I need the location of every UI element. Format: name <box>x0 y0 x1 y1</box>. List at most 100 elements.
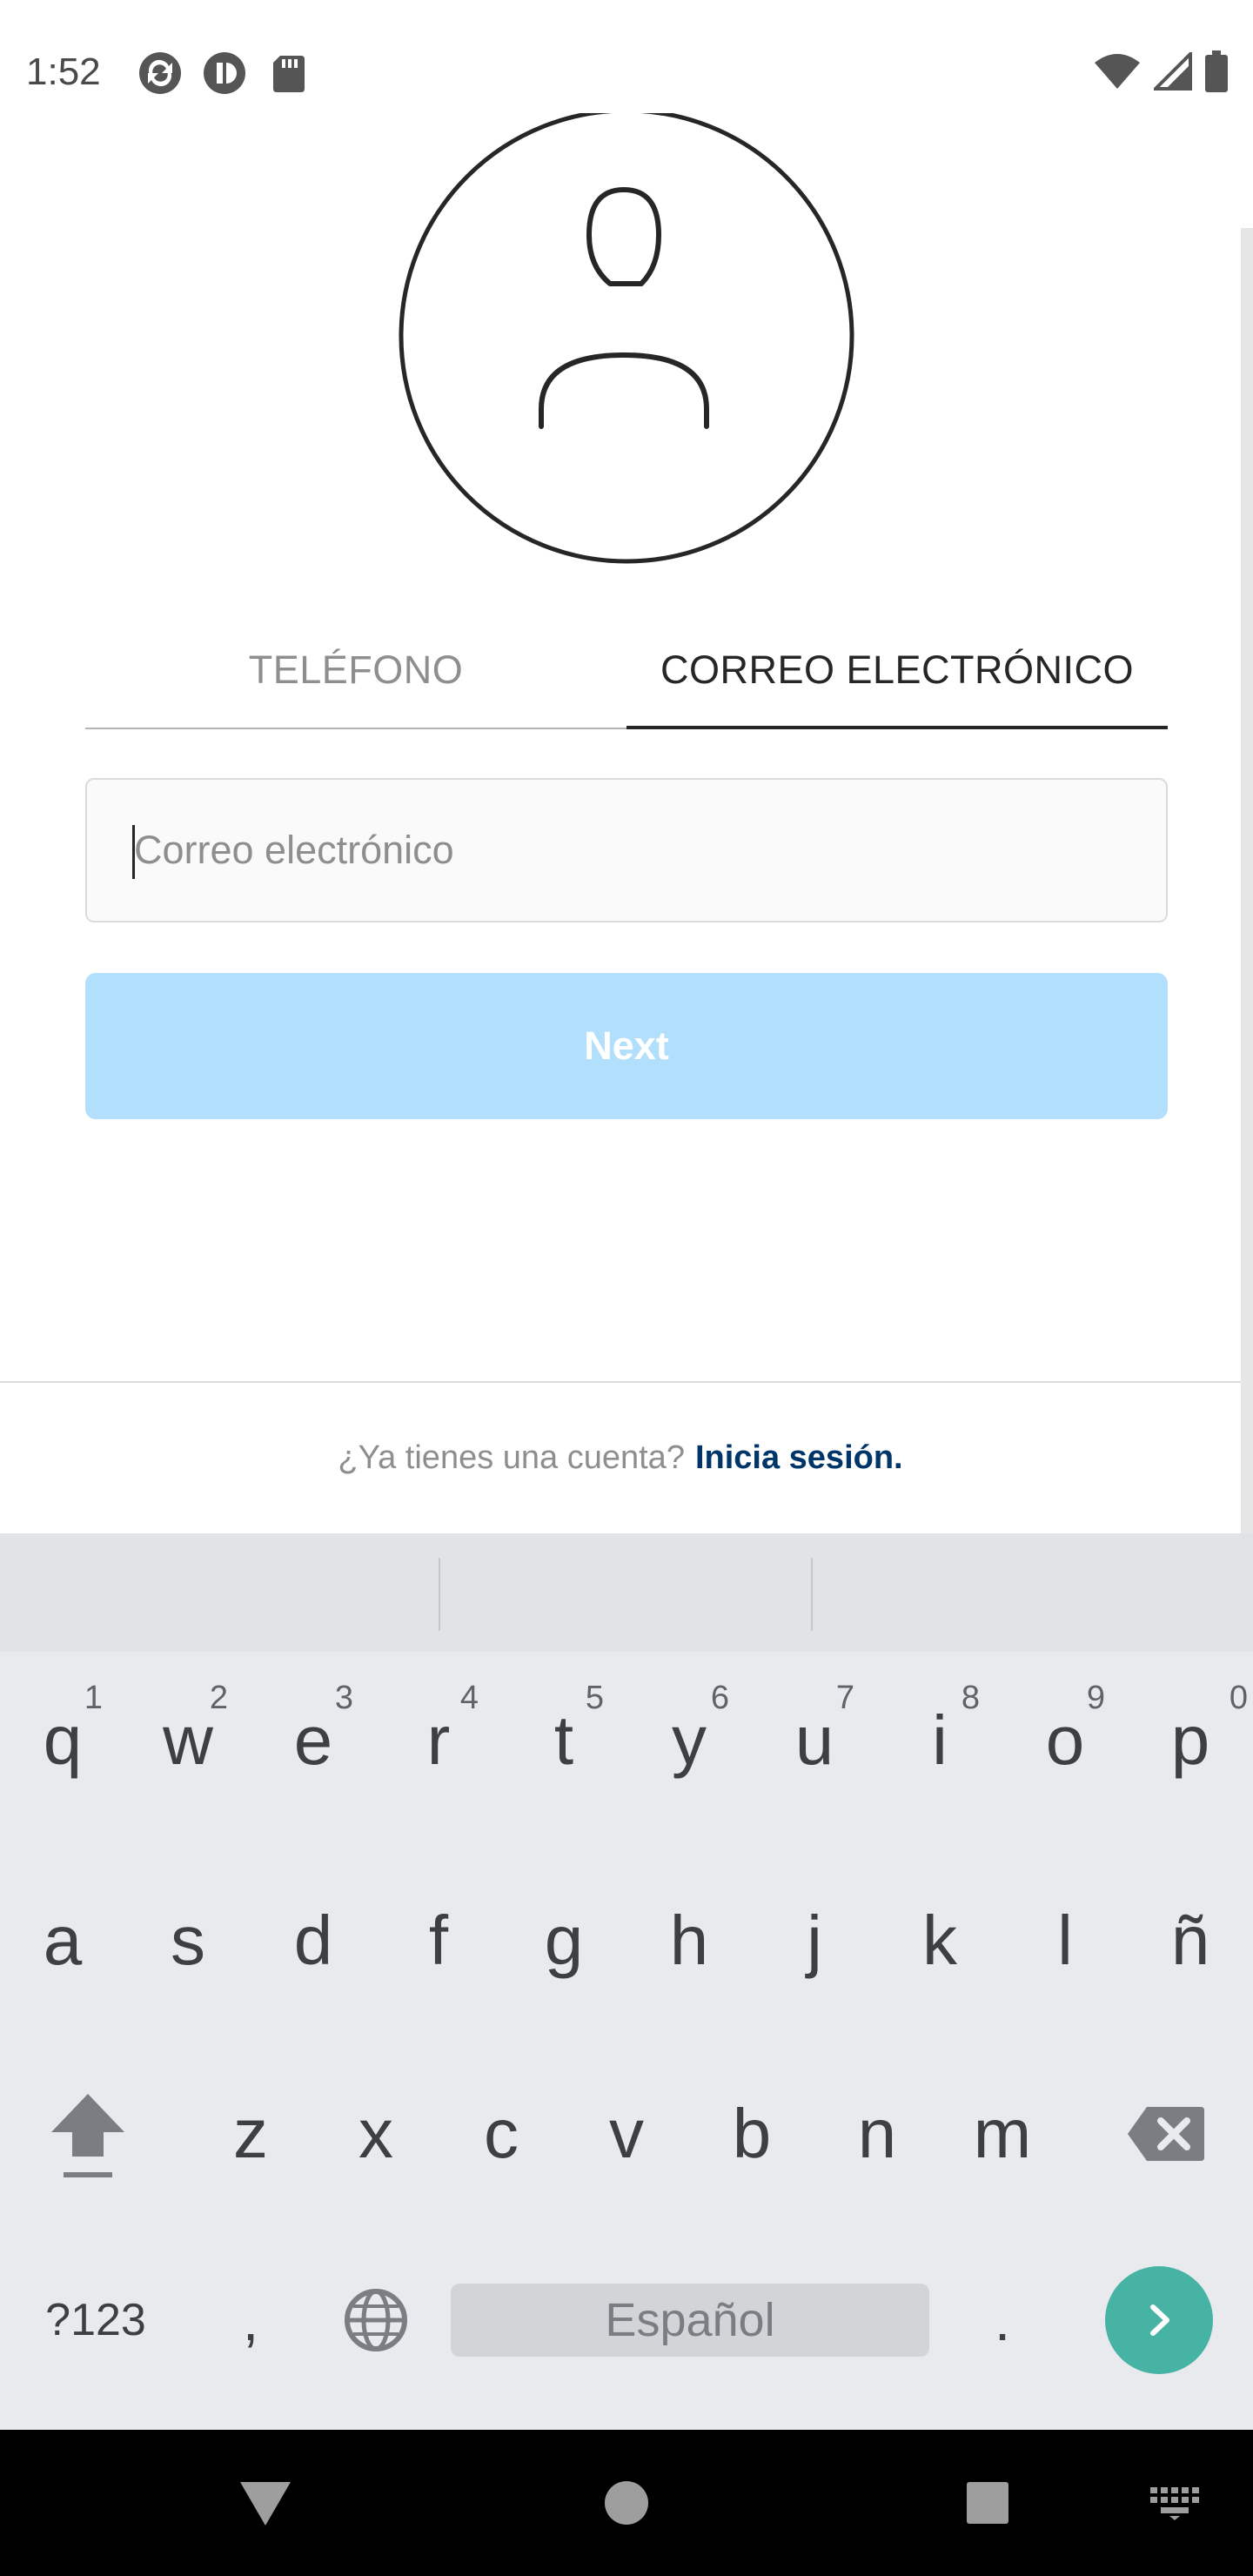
home-circle-icon <box>605 2481 648 2525</box>
key-k[interactable]: k <box>877 1880 1002 2002</box>
key-n[interactable]: n <box>814 2073 940 2195</box>
key-r[interactable]: r4 <box>376 1680 501 1801</box>
key-letter: x <box>358 2095 393 2172</box>
login-link[interactable]: Inicia sesión. <box>695 1439 903 1477</box>
key-p[interactable]: p0 <box>1128 1680 1253 1801</box>
login-footer: ¿Ya tienes una cuenta? Inicia sesión. <box>0 1384 1241 1532</box>
key-letter: r <box>426 1701 451 1779</box>
key-t[interactable]: t5 <box>501 1680 626 1801</box>
key-letter: f <box>428 1902 449 1979</box>
scrollbar[interactable] <box>1241 228 1253 1533</box>
login-prompt: ¿Ya tienes una cuenta? <box>338 1439 685 1476</box>
key-letter: q <box>43 1701 83 1779</box>
key-hint: 8 <box>961 1680 980 1716</box>
suggestion-strip <box>0 1533 1253 1652</box>
key-hint: 9 <box>1086 1680 1105 1716</box>
key-o[interactable]: o9 <box>1002 1680 1128 1801</box>
shift-key[interactable] <box>17 2064 158 2204</box>
tab-underline-phone <box>85 728 626 729</box>
key-x[interactable]: x <box>313 2073 439 2195</box>
key-hint: 3 <box>334 1680 353 1716</box>
key-m[interactable]: m <box>940 2073 1065 2195</box>
user-icon <box>399 113 854 564</box>
keyboard-icon <box>1150 2487 1199 2520</box>
language-key[interactable] <box>322 2266 430 2374</box>
key-w[interactable]: w2 <box>125 1680 251 1801</box>
key-letter: o <box>1045 1701 1085 1779</box>
key-h[interactable]: h <box>626 1880 752 2002</box>
key-letter: i <box>932 1701 948 1779</box>
next-button[interactable]: Next <box>85 973 1168 1119</box>
navigation-bar <box>0 2430 1253 2576</box>
key-letter: u <box>794 1701 834 1779</box>
key-z[interactable]: z <box>188 2073 313 2195</box>
key-hint: 2 <box>209 1680 228 1716</box>
key-letter: n <box>857 2095 897 2172</box>
pause-circle-icon <box>202 50 247 96</box>
notification-icons <box>137 50 312 96</box>
key-letter: v <box>609 2095 644 2172</box>
key-letter: d <box>293 1902 333 1979</box>
key-letter: l <box>1057 1902 1073 1979</box>
back-triangle-icon <box>240 2482 291 2526</box>
key-letter: p <box>1170 1701 1210 1779</box>
key-f[interactable]: f <box>376 1880 501 2002</box>
sync-icon <box>137 50 183 96</box>
key-i[interactable]: i8 <box>877 1680 1002 1801</box>
key-j[interactable]: j <box>752 1880 877 2002</box>
key-letter: z <box>233 2095 268 2172</box>
key-letter: j <box>807 1902 822 1979</box>
key-l[interactable]: l <box>1002 1880 1128 2002</box>
key-q[interactable]: q1 <box>0 1680 125 1801</box>
key-a[interactable]: a <box>0 1880 125 2002</box>
key-s[interactable]: s <box>125 1880 251 2002</box>
globe-icon <box>345 2289 407 2351</box>
key-u[interactable]: u7 <box>752 1680 877 1801</box>
key-letter: g <box>544 1902 584 1979</box>
back-button[interactable] <box>209 2430 322 2576</box>
key-c[interactable]: c <box>439 2073 564 2195</box>
recents-square-icon <box>967 2482 1008 2524</box>
battery-icon <box>1204 50 1229 97</box>
key-e[interactable]: e3 <box>251 1680 376 1801</box>
key-letter: b <box>732 2095 772 2172</box>
soft-keyboard: q1 w2 e3 r4 t5 y6 u7 i8 o9 p0 a s d f g … <box>0 1533 1253 2430</box>
key-hint: 6 <box>710 1680 729 1716</box>
key-letter: , <box>242 2288 259 2352</box>
key-d[interactable]: d <box>251 1880 376 2002</box>
space-bar[interactable]: Español <box>451 2284 929 2357</box>
tab-phone[interactable]: TELÉFONO <box>85 609 626 731</box>
period-key[interactable]: . <box>950 2266 1055 2374</box>
comma-key[interactable]: , <box>198 2266 303 2374</box>
profile-avatar <box>396 113 857 566</box>
wifi-icon <box>1093 52 1142 95</box>
key-letter: h <box>669 1902 709 1979</box>
footer-divider <box>0 1381 1241 1383</box>
key-letter: k <box>922 1902 957 1979</box>
key-hint: 5 <box>585 1680 604 1716</box>
backspace-key[interactable] <box>1098 2073 1234 2195</box>
key-letter: ñ <box>1170 1902 1210 1979</box>
enter-key[interactable] <box>1105 2266 1213 2374</box>
key-g[interactable]: g <box>501 1880 626 2002</box>
sd-card-icon <box>266 50 312 96</box>
home-button[interactable] <box>570 2430 683 2576</box>
backspace-icon <box>1128 2107 1204 2161</box>
email-input[interactable] <box>87 780 1166 921</box>
chevron-right-icon <box>1150 2304 1169 2336</box>
key-y[interactable]: y6 <box>626 1680 752 1801</box>
tab-underline-email-active <box>626 726 1168 729</box>
signal-icon <box>1151 50 1192 95</box>
tab-email[interactable]: CORREO ELECTRÓNICO <box>626 609 1168 731</box>
recents-button[interactable] <box>931 2430 1044 2576</box>
email-field[interactable] <box>85 778 1168 922</box>
key-letter: m <box>973 2095 1032 2172</box>
key-b[interactable]: b <box>689 2073 814 2195</box>
keyboard-switch-button[interactable] <box>1131 2430 1218 2576</box>
key-letter: w <box>163 1701 213 1779</box>
suggestion-divider <box>811 1558 813 1631</box>
symbols-key[interactable]: ?123 <box>17 2266 174 2374</box>
key-letter: s <box>171 1902 205 1979</box>
key-v[interactable]: v <box>564 2073 689 2195</box>
key-n-tilde[interactable]: ñ <box>1128 1880 1253 2002</box>
